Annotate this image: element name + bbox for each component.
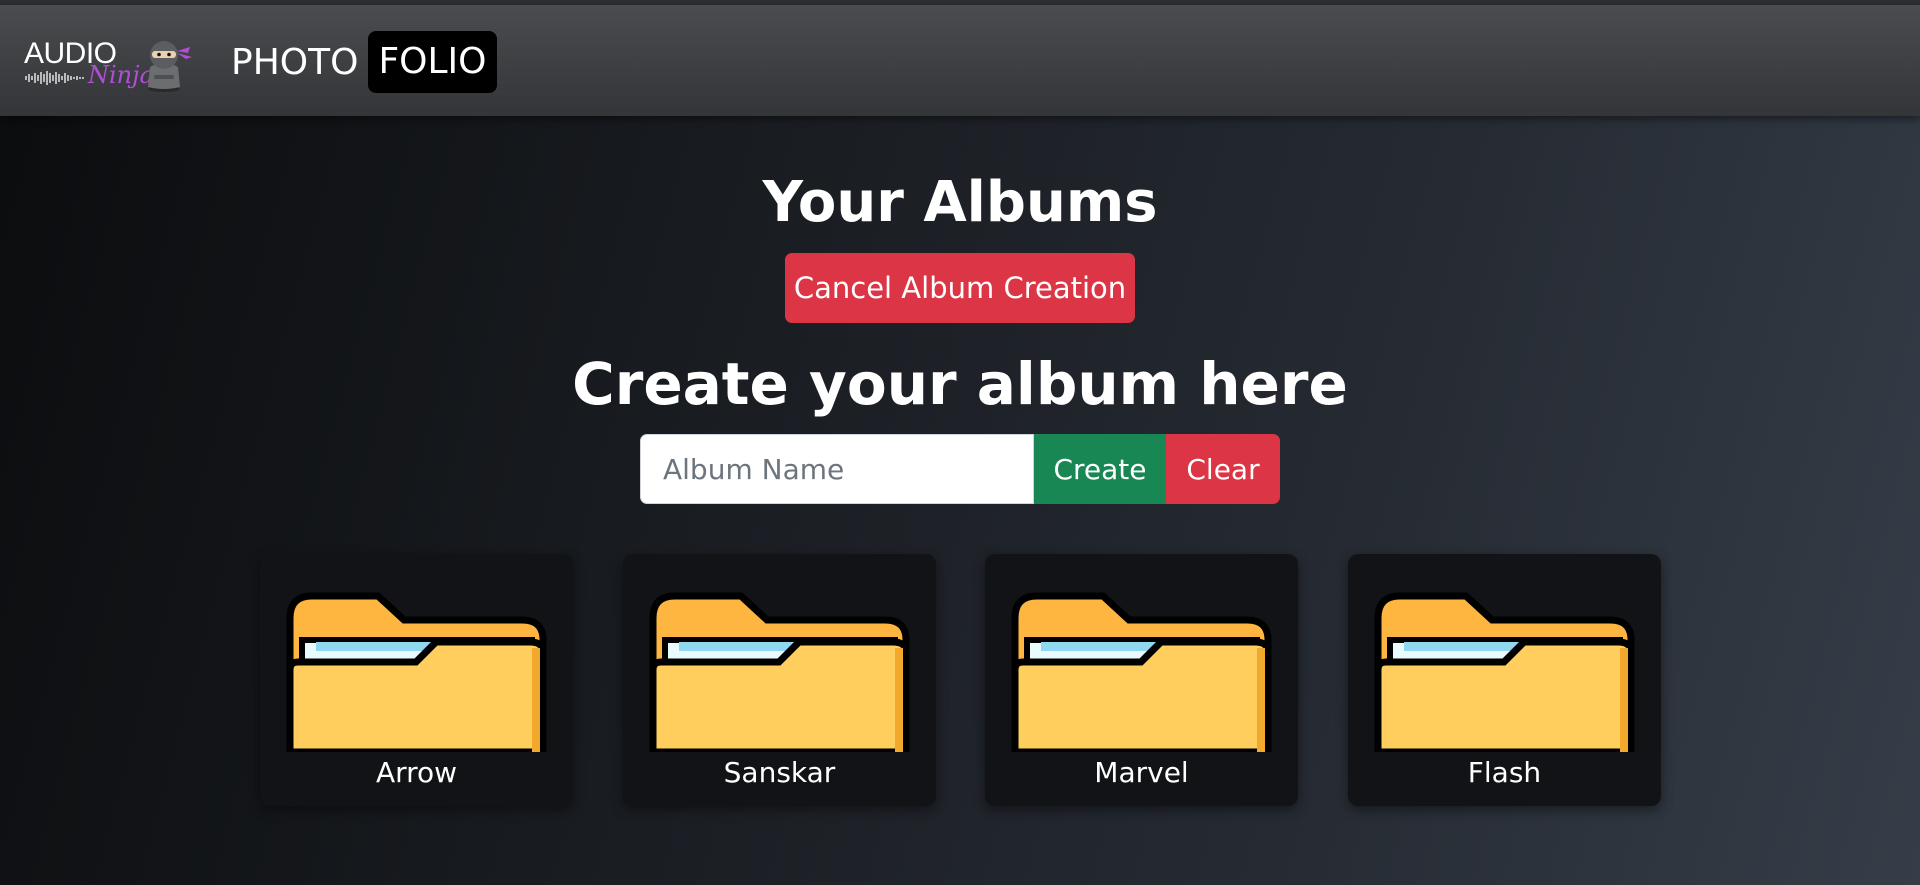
album-card-arrow[interactable]: Arrow <box>260 554 573 806</box>
folder-icon <box>1374 592 1635 752</box>
create-button[interactable]: Create <box>1034 434 1166 504</box>
album-name: Sanskar <box>723 756 836 789</box>
brand-title[interactable]: PHOTO FOLIO <box>231 31 497 93</box>
album-card-sanskar[interactable]: Sanskar <box>623 554 936 806</box>
album-name: Flash <box>1467 756 1542 789</box>
create-album-form: Create Clear <box>640 434 1280 504</box>
album-name: Marvel <box>1094 756 1189 789</box>
brand-word-photo: PHOTO <box>231 41 359 83</box>
page-title: Your Albums <box>762 170 1158 235</box>
folder-icon <box>649 592 910 752</box>
album-name-input[interactable] <box>640 434 1034 504</box>
album-name: Arrow <box>375 756 458 789</box>
create-album-heading: Create your album here <box>572 350 1348 418</box>
sound-wave-icon <box>25 71 84 85</box>
album-list: Arrow Sanskar Marvel Flash <box>0 554 1920 806</box>
cancel-album-creation-button[interactable]: Cancel Album Creation <box>785 253 1135 323</box>
navbar: AUDIO Ninja PHOTO FOLIO <box>0 5 1920 116</box>
brand-word-folio: FOLIO <box>368 31 497 93</box>
album-card-marvel[interactable]: Marvel <box>985 554 1298 806</box>
ninja-figure-icon <box>148 41 192 92</box>
folder-icon <box>286 592 547 752</box>
album-card-flash[interactable]: Flash <box>1348 554 1661 806</box>
clear-button[interactable]: Clear <box>1166 434 1280 504</box>
folder-icon <box>1011 592 1272 752</box>
audio-ninja-logo[interactable]: AUDIO Ninja <box>24 33 199 97</box>
